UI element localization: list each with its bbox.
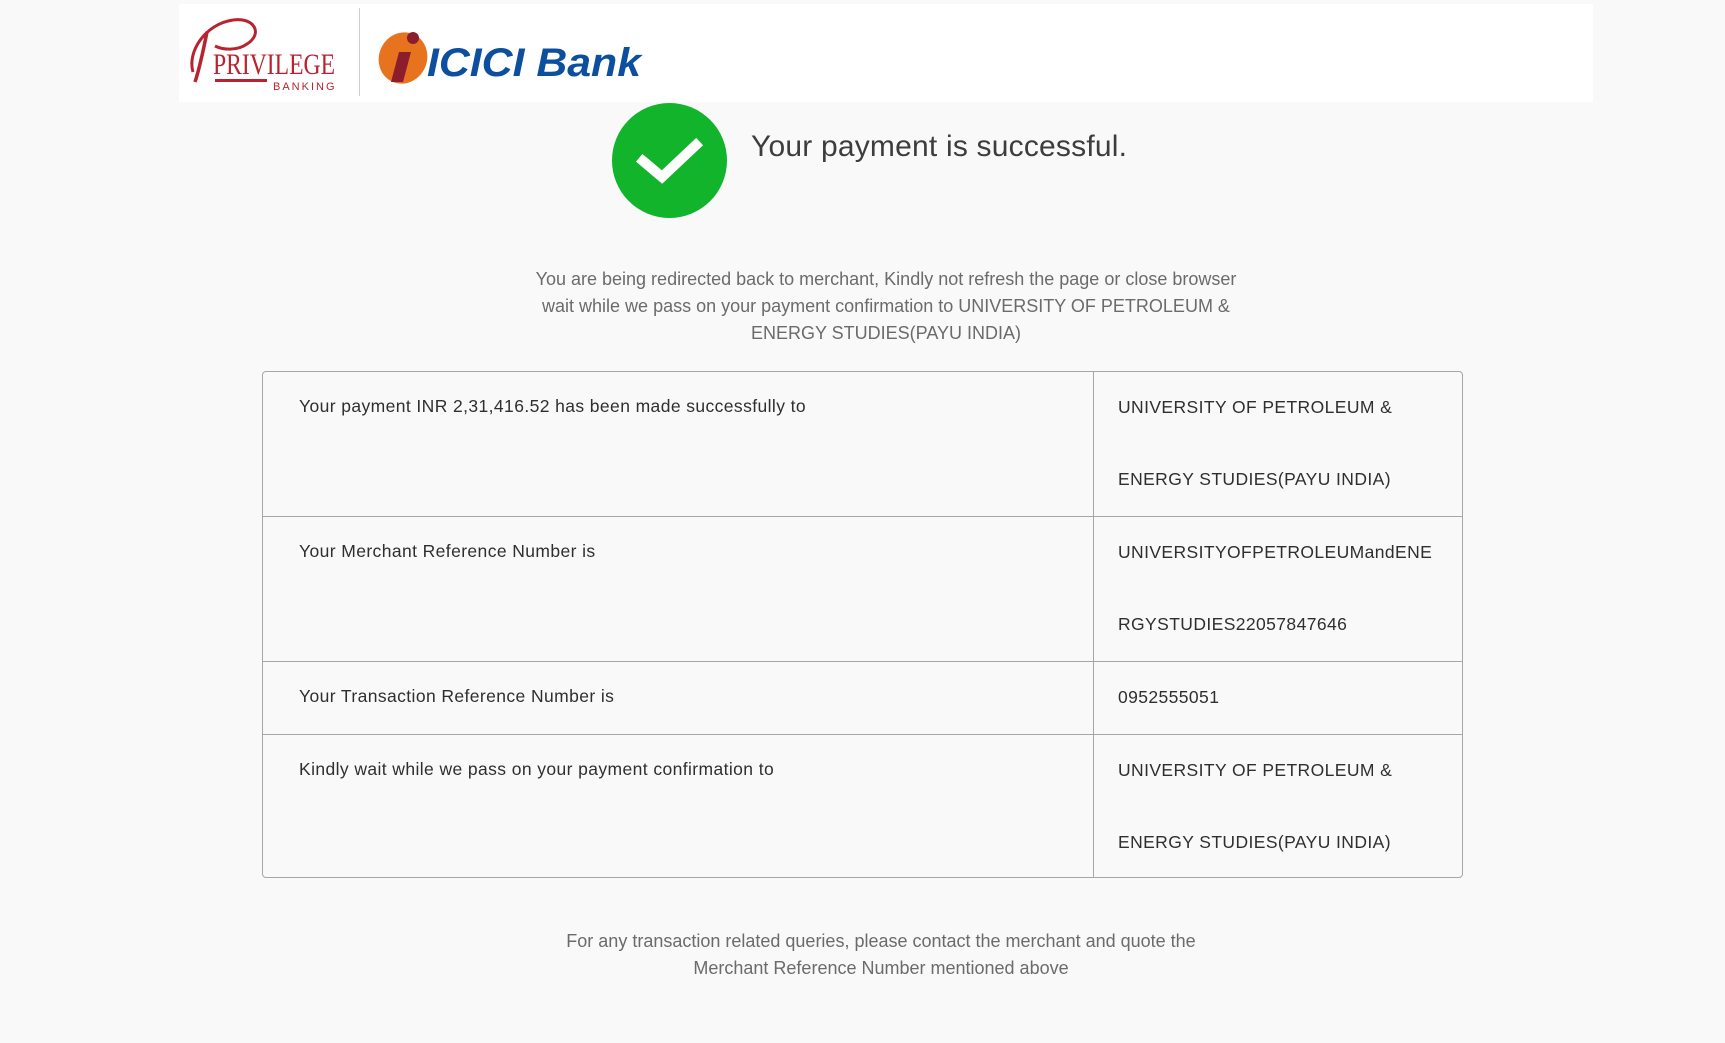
- privilege-banking-logo: PRIVILEGE BANKING: [190, 18, 337, 93]
- value-line: UNIVERSITY OF PETROLEUM &: [1118, 397, 1393, 417]
- header-bar: PRIVILEGE BANKING ICICI Bank: [179, 4, 1593, 102]
- success-title: Your payment is successful.: [751, 130, 1128, 163]
- value-line: RGYSTUDIES22057847646: [1118, 614, 1348, 634]
- logo-divider: [359, 8, 360, 96]
- confirmation-row: Kindly wait while we pass on your paymen…: [263, 734, 1462, 877]
- payment-amount-row: Your payment INR 2,31,416.52 has been ma…: [263, 372, 1462, 517]
- footer-message-line: Merchant Reference Number mentioned abov…: [693, 958, 1069, 978]
- checkmark-circle-icon: [612, 103, 727, 218]
- icici-bank-logo: ICICI Bank: [378, 32, 643, 85]
- value-line: 0952555051: [1118, 687, 1220, 707]
- confirmation-merchant-value: UNIVERSITY OF PETROLEUM & ENERGY STUDIES…: [1118, 734, 1458, 877]
- bank-logo-text: ICICI Bank: [427, 41, 643, 85]
- redirect-message-line: You are being redirected back to merchan…: [535, 269, 1237, 289]
- redirect-message-line: wait while we pass on your payment confi…: [542, 296, 1230, 316]
- merchant-reference-label: Your Merchant Reference Number is: [299, 541, 596, 561]
- privilege-logo-text: PRIVILEGE: [213, 48, 335, 81]
- merchant-reference-row: Your Merchant Reference Number is UNIVER…: [263, 517, 1462, 662]
- transaction-reference-value: 0952555051: [1118, 661, 1458, 733]
- transaction-reference-row: Your Transaction Reference Number is 095…: [263, 662, 1462, 735]
- confirmation-label: Kindly wait while we pass on your paymen…: [299, 759, 775, 779]
- payment-details-table: Your payment INR 2,31,416.52 has been ma…: [262, 371, 1463, 878]
- payment-amount-label: Your payment INR 2,31,416.52 has been ma…: [299, 396, 807, 416]
- value-line: ENERGY STUDIES(PAYU INDIA): [1118, 469, 1391, 489]
- value-line: ENERGY STUDIES(PAYU INDIA): [1118, 832, 1391, 852]
- payment-merchant-value: UNIVERSITY OF PETROLEUM & ENERGY STUDIES…: [1118, 372, 1458, 515]
- value-line: UNIVERSITY OF PETROLEUM &: [1118, 760, 1393, 780]
- transaction-reference-label: Your Transaction Reference Number is: [299, 686, 615, 706]
- footer-message-line: For any transaction related queries, ple…: [566, 931, 1196, 951]
- footer-message: For any transaction related queries, ple…: [520, 928, 1242, 982]
- privilege-logo-subtext: BANKING: [273, 81, 337, 93]
- merchant-reference-value: UNIVERSITYOFPETROLEUMandENE RGYSTUDIES22…: [1118, 516, 1458, 660]
- redirect-message-line: ENERGY STUDIES(PAYU INDIA): [750, 323, 1022, 343]
- value-line: UNIVERSITYOFPETROLEUMandENE: [1118, 542, 1433, 562]
- redirect-message: You are being redirected back to merchan…: [520, 266, 1252, 347]
